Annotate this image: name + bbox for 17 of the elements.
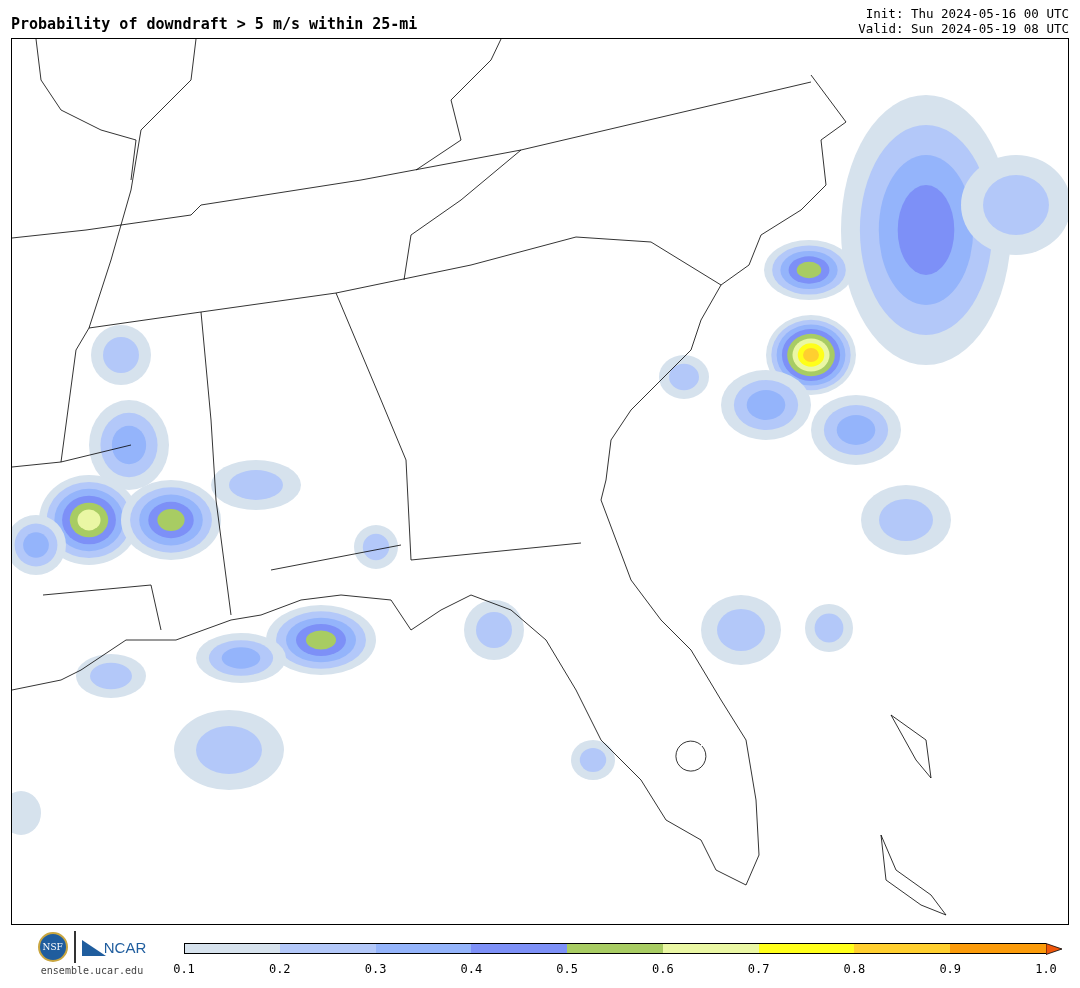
valid-time: Valid: Sun 2024-05-19 08 UTC [858,21,1069,36]
colorbar-tick-label: 0.8 [843,962,866,976]
colorbar-tick-label: 1.0 [1035,962,1057,976]
plot-title: Probability of downdraft > 5 m/s within 25-mi [11,15,418,35]
colorbar-tick-label: 0.2 [268,962,291,976]
site-url: ensemble.ucar.edu [40,965,144,976]
colorbar-tick-label: 0.7 [747,962,770,976]
colorbar-tick-label: 0.6 [652,962,674,976]
colorbar-tick-label: 0.4 [460,962,483,976]
init-time: Init: Thu 2024-05-16 00 UTC [865,6,1069,21]
colorbar-tick-label: 0.3 [364,962,387,976]
colorbar-tick-label: 0.5 [556,962,578,976]
colorbar-tick-label: 0.1 [173,962,195,976]
ncar-logo: NCAR [103,938,147,956]
ncar-emblem-icon [81,938,106,956]
colorbar-tick-label: 0.9 [939,962,962,976]
nsf-logo: NSF [37,932,68,962]
